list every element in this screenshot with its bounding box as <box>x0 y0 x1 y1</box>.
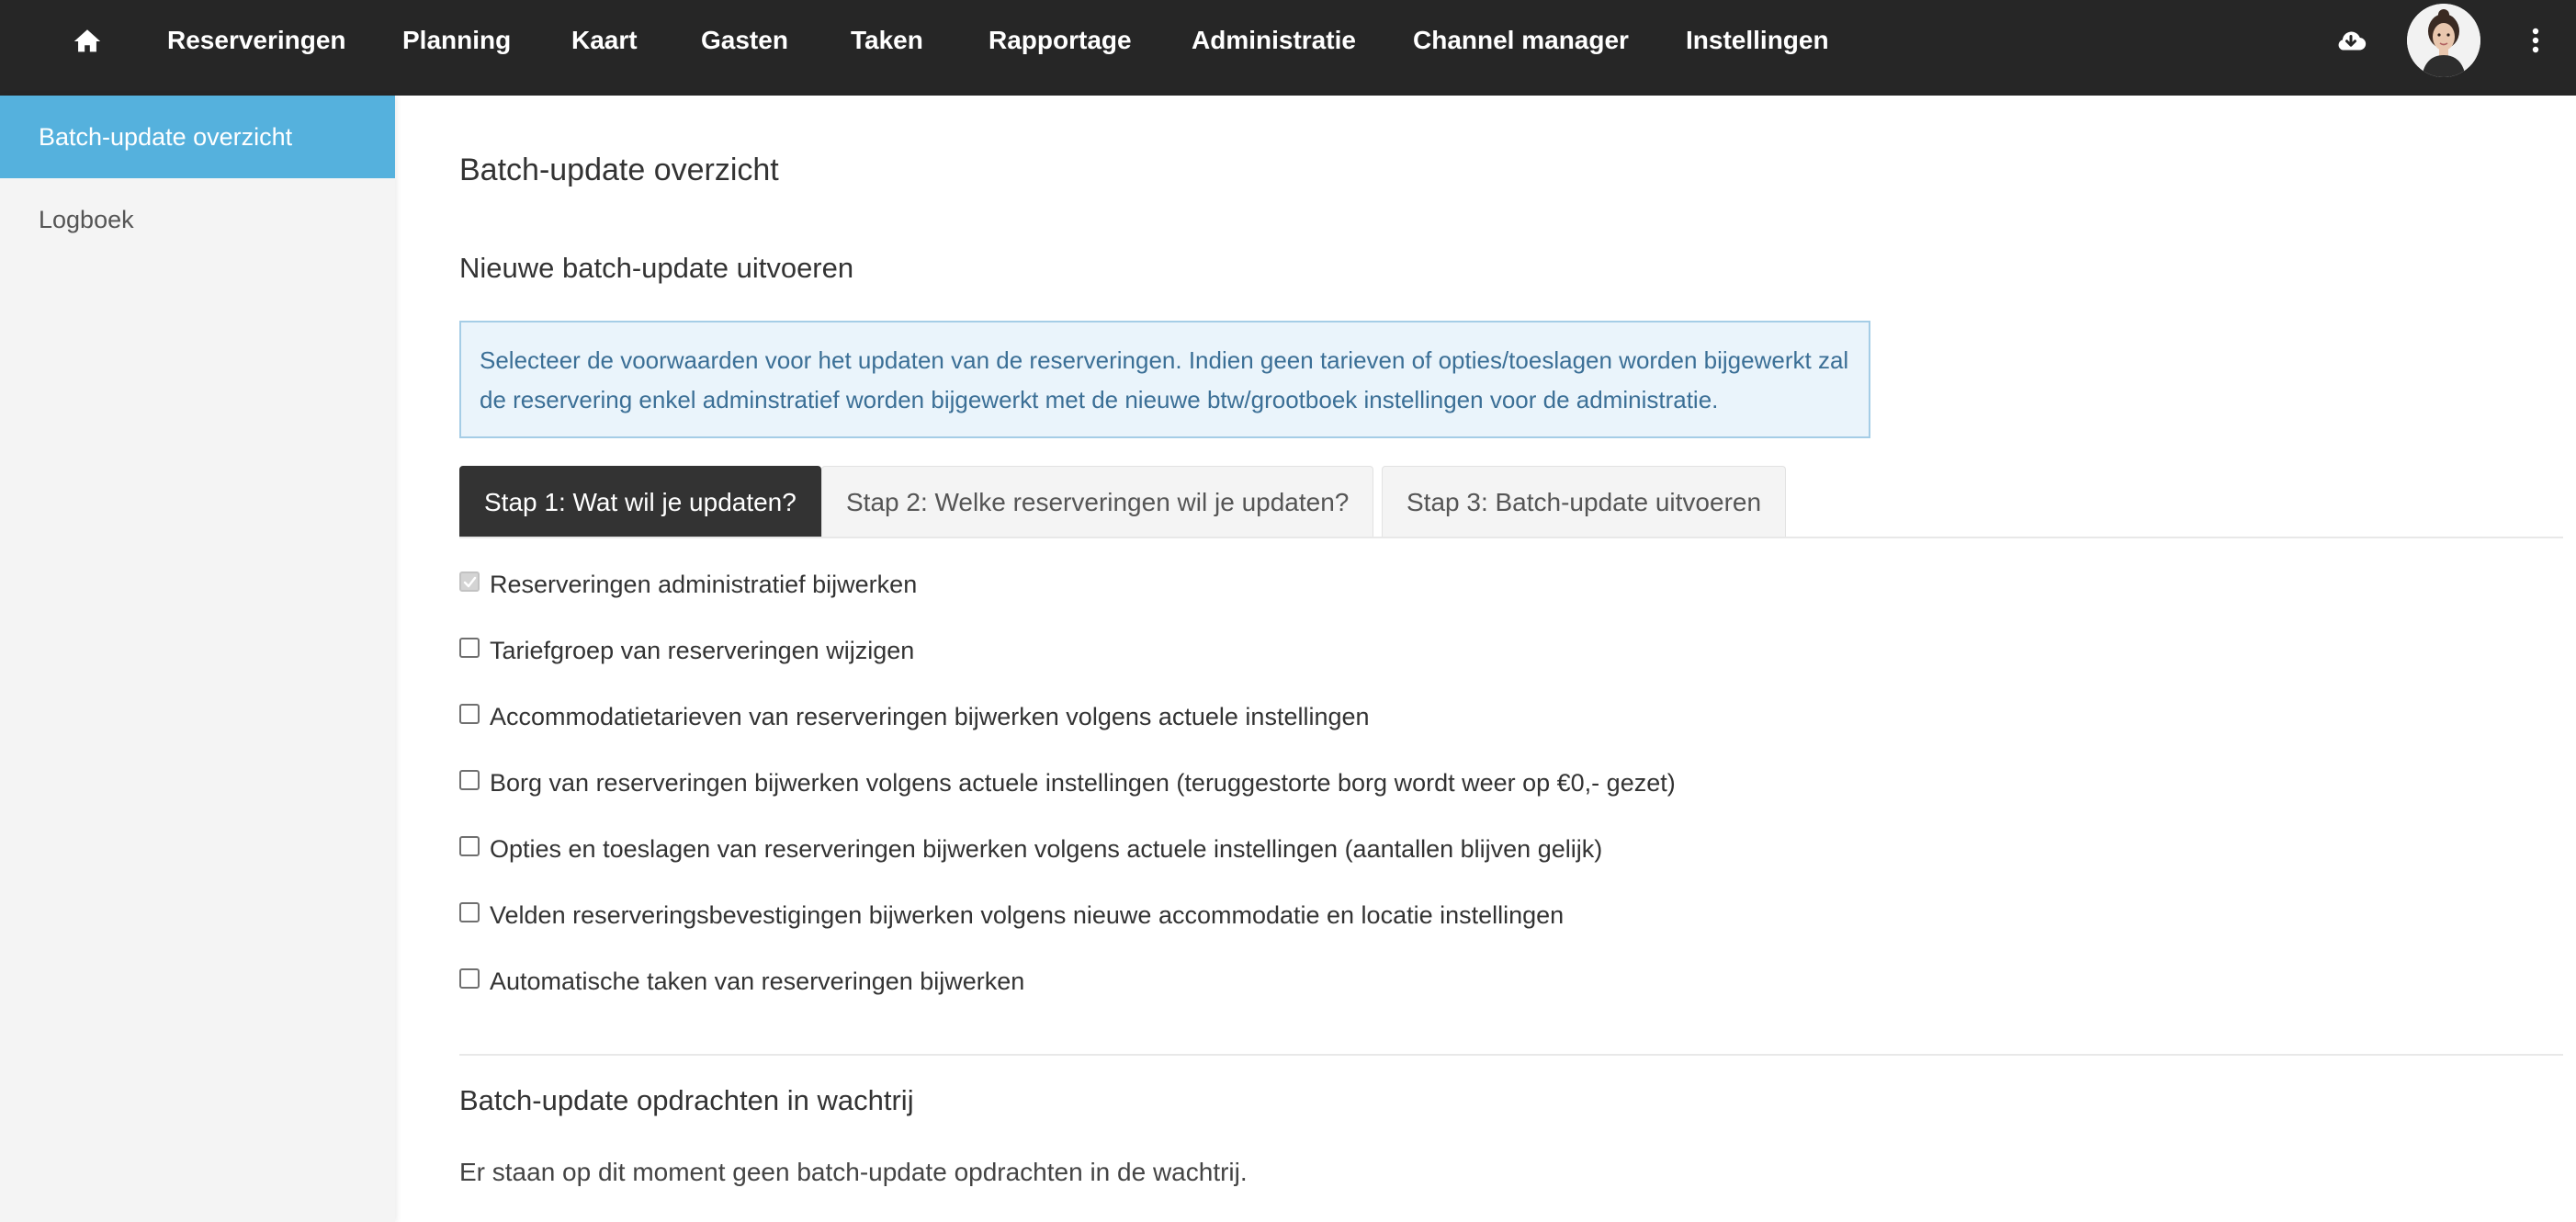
queue-section-title: Batch-update opdrachten in wachtrij <box>459 1084 914 1116</box>
checkbox-accommodatietarieven-bijwerken[interactable] <box>459 704 480 724</box>
info-alert: Selecteer de voorwaarden voor het update… <box>459 321 1870 438</box>
checkbox-administratief-bijwerken[interactable] <box>459 571 480 592</box>
nav-item-rapportage[interactable]: Rapportage <box>989 0 1132 81</box>
top-navigation-bar: Reserveringen Planning Kaart Gasten Take… <box>0 0 2576 96</box>
section-divider <box>459 1054 2563 1056</box>
tab-step-1[interactable]: Stap 1: Wat wil je updaten? <box>459 466 821 537</box>
checkbox-velden-bevestigingen-bijwerken[interactable] <box>459 902 480 922</box>
queue-empty-message: Er staan op dit moment geen batch-update… <box>459 1158 1248 1186</box>
new-batch-section-title: Nieuwe batch-update uitvoeren <box>459 252 854 284</box>
page-title: Batch-update overzicht <box>459 153 779 187</box>
nav-item-gasten[interactable]: Gasten <box>701 0 788 81</box>
nav-item-reserveringen[interactable]: Reserveringen <box>167 0 346 81</box>
option-label[interactable]: Velden reserveringsbevestigingen bijwerk… <box>490 899 1564 932</box>
option-label[interactable]: Automatische taken van reserveringen bij… <box>490 965 1024 998</box>
nav-item-channel-manager[interactable]: Channel manager <box>1413 0 1629 81</box>
checkbox-automatische-taken-bijwerken[interactable] <box>459 968 480 989</box>
cloud-download-icon[interactable] <box>2334 24 2367 57</box>
tab-step-2[interactable]: Stap 2: Welke reserveringen wil je updat… <box>821 466 1374 537</box>
tabs-divider <box>459 537 2563 538</box>
sidebar-item-batch-update-overzicht[interactable]: Batch-update overzicht <box>0 96 395 178</box>
nav-item-instellingen[interactable]: Instellingen <box>1686 0 1829 81</box>
option-label[interactable]: Accommodatietarieven van reserveringen b… <box>490 700 1370 733</box>
sidebar-item-logboek[interactable]: Logboek <box>0 178 395 261</box>
option-label[interactable]: Opties en toeslagen van reserveringen bi… <box>490 832 1602 866</box>
checkbox-borg-bijwerken[interactable] <box>459 770 480 790</box>
home-icon[interactable] <box>72 26 103 57</box>
option-label: Reserveringen administratief bijwerken <box>490 571 918 598</box>
more-vertical-icon[interactable] <box>2528 24 2543 57</box>
nav-item-administratie[interactable]: Administratie <box>1192 0 1356 81</box>
checkbox-tariefgroep-wijzigen[interactable] <box>459 638 480 658</box>
checkbox-opties-toeslagen-bijwerken[interactable] <box>459 836 480 856</box>
avatar[interactable] <box>2407 4 2480 77</box>
option-label[interactable]: Borg van reserveringen bijwerken volgens… <box>490 766 1676 799</box>
tab-step-3[interactable]: Stap 3: Batch-update uitvoeren <box>1382 466 1787 537</box>
option-label[interactable]: Tariefgroep van reserveringen wijzigen <box>490 634 914 667</box>
nav-item-taken[interactable]: Taken <box>851 0 923 81</box>
sidebar: Batch-update overzicht Logboek <box>0 96 395 1222</box>
nav-item-kaart[interactable]: Kaart <box>571 0 638 81</box>
nav-item-planning[interactable]: Planning <box>402 0 511 81</box>
